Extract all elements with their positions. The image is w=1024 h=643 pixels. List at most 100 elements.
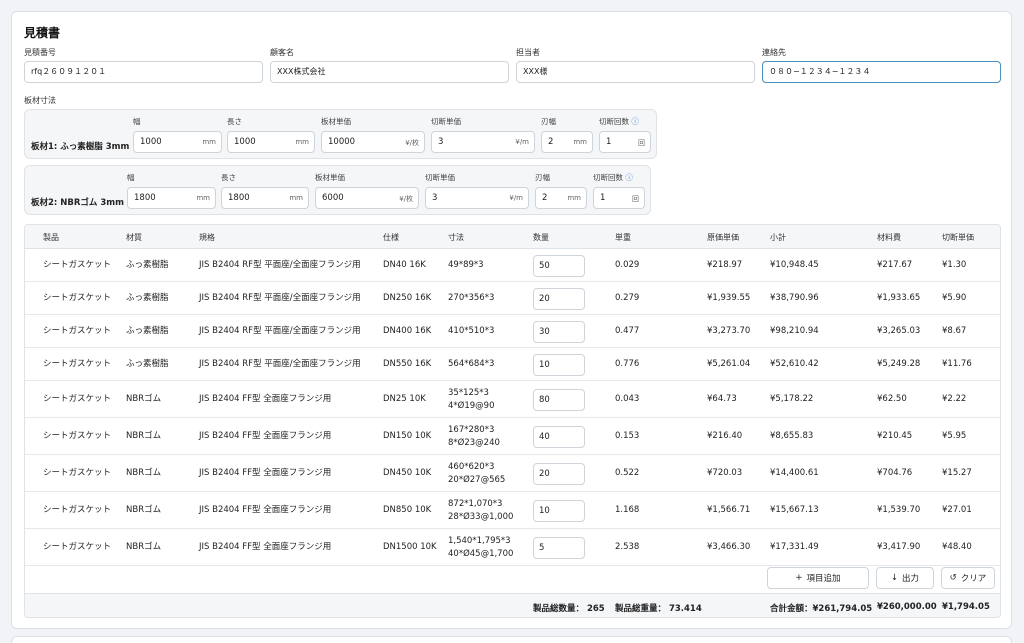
cell-subtotal: ¥5,178.22	[770, 394, 814, 404]
col-standard: 規格	[199, 233, 215, 242]
info-icon[interactable]: ⓘ	[631, 117, 639, 126]
cell-product: シートガスケット	[43, 326, 112, 336]
cell-unit-weight: 0.153	[615, 431, 640, 441]
quantity-input[interactable]: 50	[533, 255, 585, 277]
col-subtotal: 小計	[770, 233, 786, 242]
plate-2-length-unit: mm	[289, 194, 303, 202]
plate-1-length-value: 1000	[234, 137, 256, 147]
plate-2-cut-count-unit: 回	[632, 195, 639, 203]
cell-material: ふっ素樹脂	[126, 359, 169, 369]
contact-person-label: 担当者	[516, 48, 540, 57]
col-cost-price: 原価単価	[707, 233, 739, 242]
cell-cut-price: ¥1.30	[942, 260, 967, 270]
totals-footer: 製品総数量： 265 製品総重量： 73.414 合計金額：¥261,794.0…	[25, 593, 1000, 617]
cell-dimensions-holes: 28*Ø33@1,000	[448, 512, 514, 522]
plate-1-width-input[interactable]: 1000 mm	[133, 131, 222, 153]
add-item-button[interactable]: + 項目追加	[767, 567, 869, 589]
plate-2-cut-price-unit: ¥/m	[509, 194, 523, 202]
plate-1-blade-unit: mm	[573, 138, 587, 146]
quantity-input[interactable]: 30	[533, 321, 585, 343]
quantity-input[interactable]: 10	[533, 500, 585, 522]
cell-cut-price: ¥8.67	[942, 326, 967, 336]
quote-number-input[interactable]: rfq２６０９１２０１	[24, 61, 263, 83]
cell-subtotal: ¥14,400.61	[770, 468, 819, 478]
cell-standard: JIS B2404 FF型 全面座フランジ用	[199, 468, 332, 478]
total-amount: 合計金額：¥261,794.05	[770, 604, 873, 614]
contact-info-label: 連絡先	[762, 48, 786, 57]
cell-material-cost: ¥704.76	[877, 468, 913, 478]
cell-material-cost: ¥3,417.90	[877, 542, 921, 552]
cell-spec: DN450 10K	[383, 468, 432, 478]
plate-2-length-value: 1800	[228, 193, 250, 203]
plate-2-blade-value: 2	[542, 193, 548, 203]
plate-row-1: 板材1: ふっ素樹脂 3mm 幅 1000 mm 長さ 1000 mm 板材単価…	[24, 109, 657, 159]
plate-1-width-unit: mm	[202, 138, 216, 146]
next-card	[11, 636, 1012, 643]
cell-subtotal: ¥52,610.42	[770, 359, 819, 369]
plate-1-unit-price-value: 10000	[328, 137, 356, 147]
cell-standard: JIS B2404 FF型 全面座フランジ用	[199, 431, 332, 441]
plate-2-unit-price-input[interactable]: 6000 ¥/枚	[315, 187, 419, 209]
quantity-input[interactable]: 80	[533, 389, 585, 411]
customer-name-input[interactable]: XXX株式会社	[270, 61, 509, 83]
plate-2-name: 板材2: NBRゴム 3mm	[31, 198, 124, 208]
cell-subtotal: ¥10,948.45	[770, 260, 819, 270]
plate-1-blade-input[interactable]: 2 mm	[541, 131, 593, 153]
contact-person-input[interactable]: XXX様	[516, 61, 755, 83]
quantity-input[interactable]: 20	[533, 288, 585, 310]
contact-info-input[interactable]: ０８０−１２３４−１２３４	[762, 61, 1001, 83]
cell-spec: DN150 10K	[383, 431, 432, 441]
table-row: シートガスケット ふっ素樹脂 JIS B2404 RF型 平面座/全面座フランジ用 D…	[25, 249, 1000, 282]
plate-2-cut-count-input[interactable]: 1 回	[593, 187, 645, 209]
cell-subtotal: ¥17,331.49	[770, 542, 819, 552]
plate-2-blade-label: 刃幅	[535, 173, 550, 182]
col-material-cost: 材料費	[877, 233, 901, 242]
cell-cost-price: ¥3,466.30	[707, 542, 751, 552]
cell-material: ふっ素樹脂	[126, 326, 169, 336]
cell-unit-weight: 0.776	[615, 359, 640, 369]
cell-cost-price: ¥3,273.70	[707, 326, 751, 336]
plate-1-cut-count-input[interactable]: 1 回	[599, 131, 651, 153]
quantity-input[interactable]: 5	[533, 537, 585, 559]
plate-2-width-value: 1800	[134, 193, 156, 203]
plate-2-width-label: 幅	[127, 173, 135, 182]
page-title: 見積書	[24, 26, 61, 40]
cell-dimensions: 872*1,070*3	[448, 499, 503, 509]
total-quantity: 製品総数量： 265	[533, 604, 605, 614]
plate-2-blade-input[interactable]: 2 mm	[535, 187, 587, 209]
clear-button[interactable]: ↺ クリア	[941, 567, 995, 589]
table-header: 製品 材質 規格 仕様 寸法 数量 単重 原価単価 小計 材料費 切断単価	[25, 225, 1000, 249]
cell-material-cost: ¥217.67	[877, 260, 913, 270]
quantity-input[interactable]: 40	[533, 426, 585, 448]
table-row: シートガスケット NBRゴム JIS B2404 FF型 全面座フランジ用 DN150…	[25, 418, 1000, 455]
cell-dimensions-holes: 40*Ø45@1,700	[448, 549, 514, 559]
cell-standard: JIS B2404 RF型 平面座/全面座フランジ用	[199, 260, 361, 270]
cell-dimensions-holes: 20*Ø27@565	[448, 475, 506, 485]
cell-spec: DN40 16K	[383, 260, 426, 270]
plate-2-length-input[interactable]: 1800 mm	[221, 187, 309, 209]
table-row: シートガスケット NBRゴム JIS B2404 FF型 全面座フランジ用 DN850…	[25, 492, 1000, 529]
quantity-input[interactable]: 20	[533, 463, 585, 485]
info-icon[interactable]: ⓘ	[625, 173, 633, 182]
cell-material: ふっ素樹脂	[126, 260, 169, 270]
cell-standard: JIS B2404 RF型 平面座/全面座フランジ用	[199, 359, 361, 369]
plate-2-cut-price-input[interactable]: 3 ¥/m	[425, 187, 529, 209]
cell-cost-price: ¥218.97	[707, 260, 743, 270]
cell-dimensions: 460*620*3	[448, 462, 495, 472]
cell-spec: DN850 10K	[383, 505, 432, 515]
quantity-input[interactable]: 10	[533, 354, 585, 376]
table-row: シートガスケット NBRゴム JIS B2404 FF型 全面座フランジ用 DN450…	[25, 455, 1000, 492]
plate-2-unit-price-unit: ¥/枚	[399, 195, 413, 203]
col-material: 材質	[126, 233, 142, 242]
cell-cost-price: ¥64.73	[707, 394, 737, 404]
plate-1-cut-price-input[interactable]: 3 ¥/m	[431, 131, 535, 153]
cell-dimensions-holes: 8*Ø23@240	[448, 438, 500, 448]
plate-2-cut-count-value: 1	[600, 193, 606, 203]
export-button[interactable]: ↓ 出力	[876, 567, 934, 589]
plate-1-length-input[interactable]: 1000 mm	[227, 131, 315, 153]
plate-1-unit-price-input[interactable]: 10000 ¥/枚	[321, 131, 425, 153]
plate-2-width-input[interactable]: 1800 mm	[127, 187, 216, 209]
cell-cost-price: ¥1,566.71	[707, 505, 751, 515]
cell-material-cost: ¥210.45	[877, 431, 913, 441]
cell-dimensions: 564*684*3	[448, 359, 495, 369]
